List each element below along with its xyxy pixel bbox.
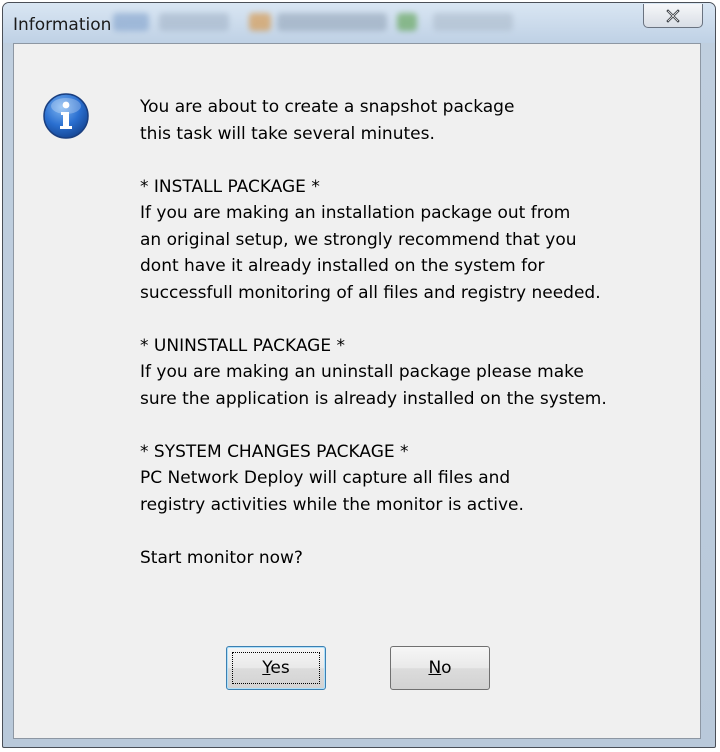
paragraph-install: * INSTALL PACKAGE * If you are making an…	[140, 176, 601, 303]
dialog-title: Information	[13, 15, 112, 35]
dialog-body: You are about to create a snapshot packa…	[13, 43, 701, 739]
paragraph-intro: You are about to create a snapshot packa…	[140, 97, 515, 144]
title-bar[interactable]: Information	[3, 3, 715, 43]
close-button[interactable]	[643, 4, 703, 28]
dialog-window: Information You are about to create a sn…	[2, 2, 716, 748]
background-window-blur	[113, 9, 553, 37]
yes-button[interactable]: Yes	[226, 646, 326, 690]
information-icon	[43, 93, 89, 139]
paragraph-uninstall: * UNINSTALL PACKAGE * If you are making …	[140, 335, 607, 409]
paragraph-question: Start monitor now?	[140, 547, 303, 568]
close-icon	[666, 8, 680, 23]
focus-rectangle	[232, 652, 320, 684]
message-text: You are about to create a snapshot packa…	[140, 94, 700, 571]
no-button-label: No	[428, 658, 452, 678]
no-button[interactable]: No	[390, 646, 490, 690]
paragraph-system-changes: * SYSTEM CHANGES PACKAGE * PC Network De…	[140, 441, 524, 515]
